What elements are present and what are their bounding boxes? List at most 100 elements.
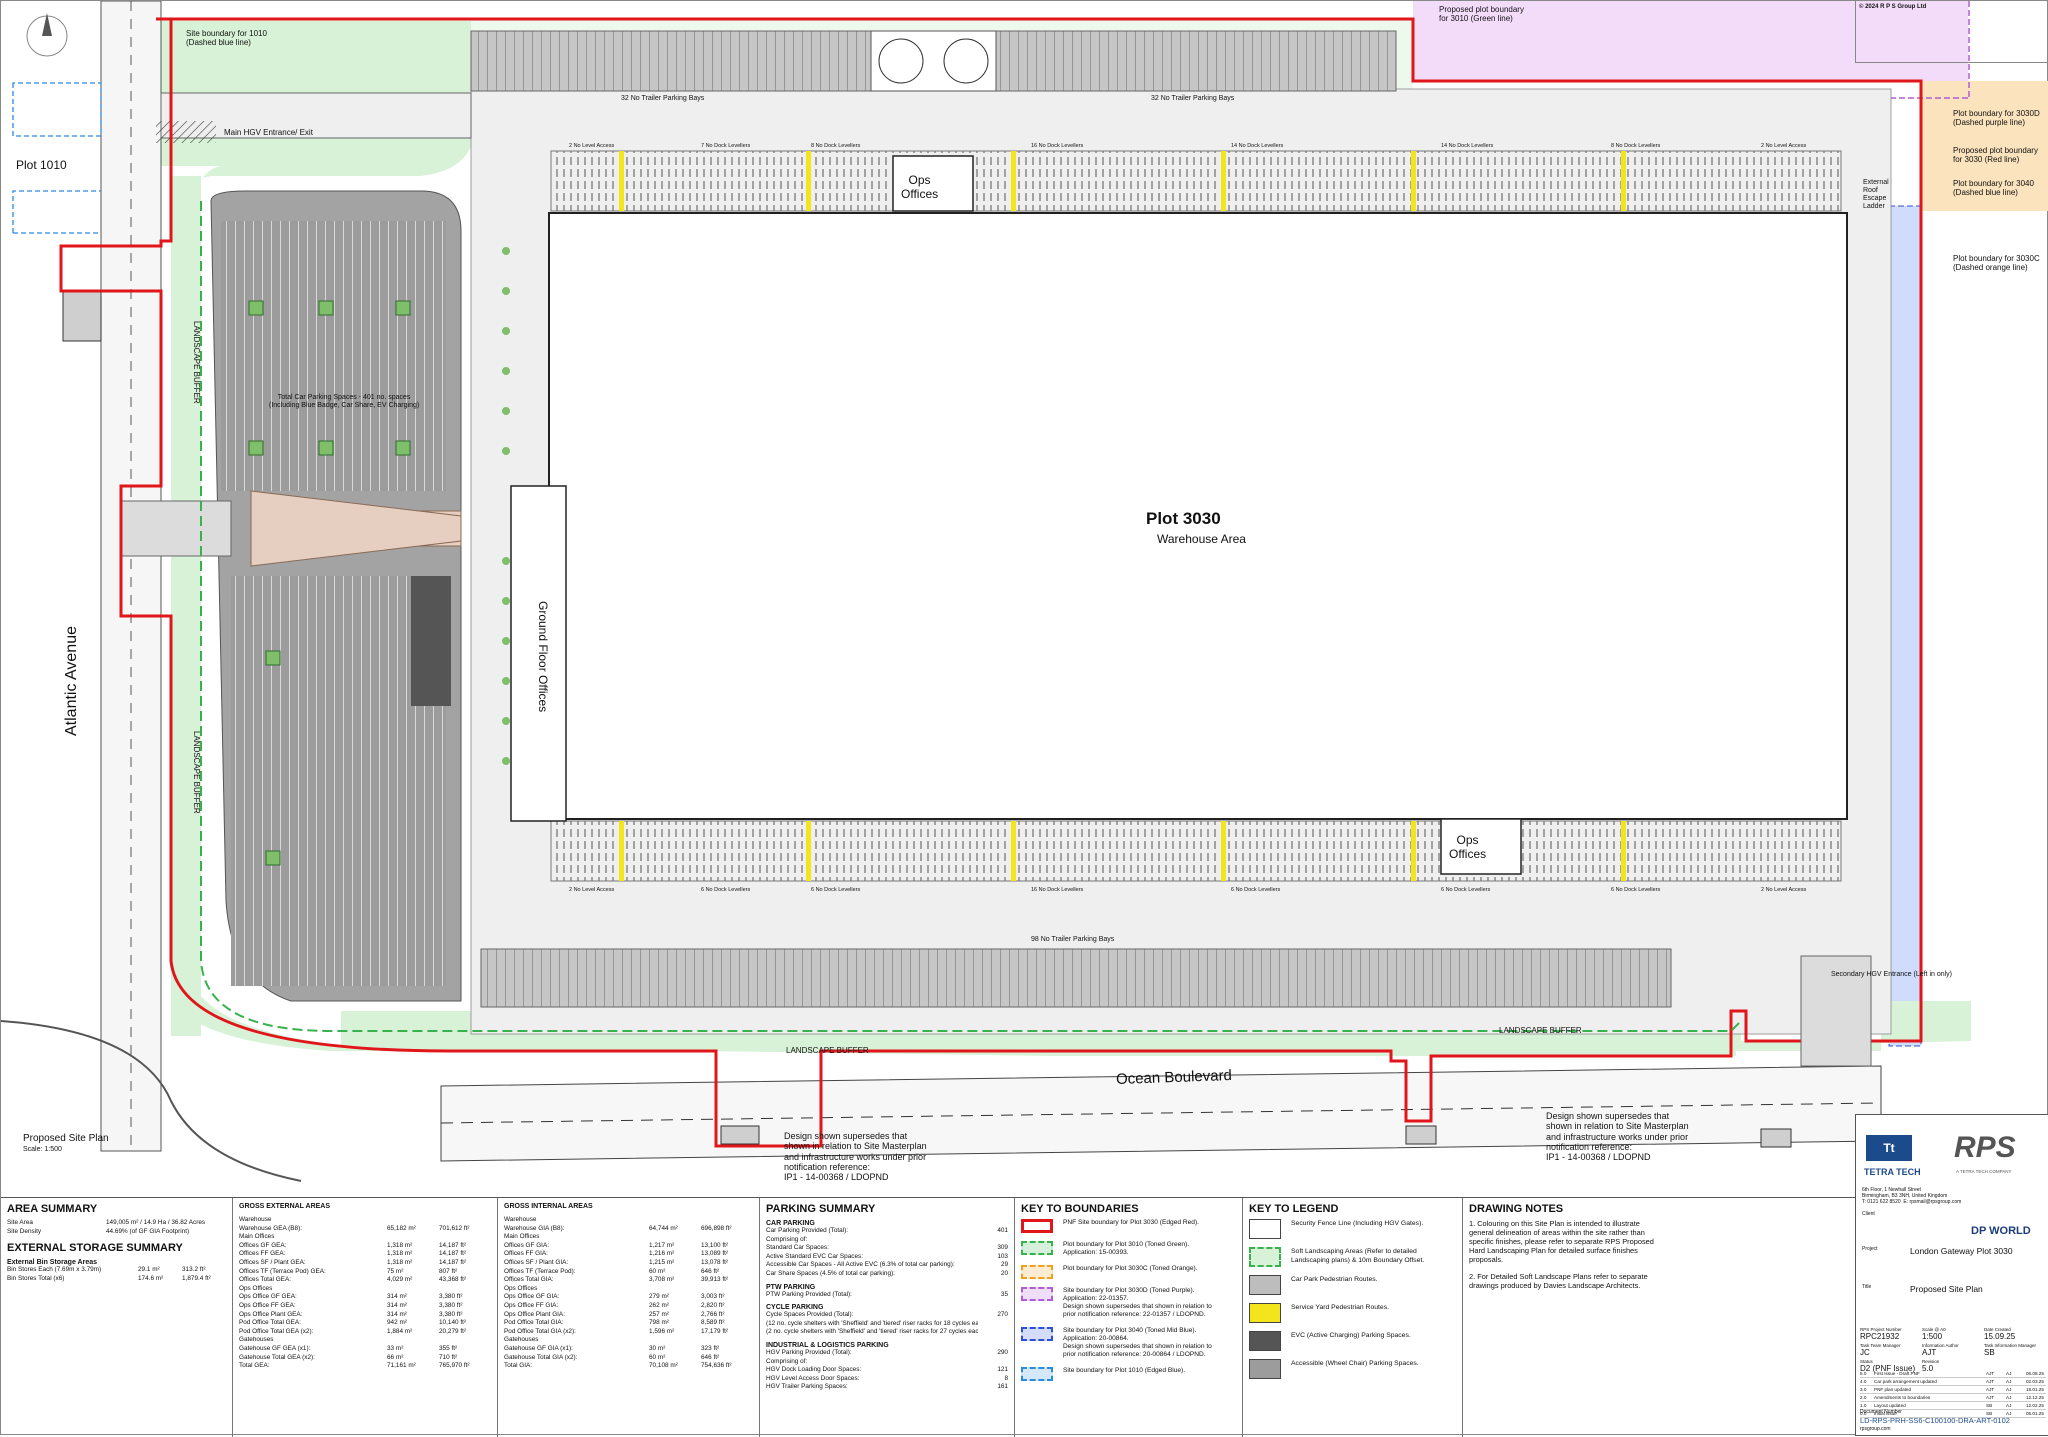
dock-label: 6 No Dock Levellers (1611, 887, 1661, 893)
key-legend-title: KEY TO LEGEND (1249, 1203, 1339, 1215)
gea-row-cell (439, 1336, 491, 1345)
entrance-hatch (156, 121, 216, 143)
copyright-box: © 2024 R P S Group Ltd (1855, 1, 2048, 63)
west-access-road (120, 500, 232, 557)
gea-row: Pod Office Total GEA (x2): 1,884 m² 20,279… (239, 1328, 491, 1337)
gea-row: Ops Office GF GEA: 314 m² 3,380 ft² (239, 1293, 491, 1302)
parking-row-label: HGV Trailer Parking Spaces: (766, 1383, 848, 1391)
gia-row: Offices FF GIA: 1,216 m² 13,089 ft² (504, 1250, 753, 1259)
gia-row-cell: 13,100 ft² (701, 1241, 729, 1249)
area-summary-rows: Site Area 149,005 m² / 14.9 Ha / 36.82 Ac… (7, 1219, 226, 1236)
client-logo: DP WORLD (1971, 1225, 2031, 1237)
parking-row-label: HGV Level Access Door Spaces: (766, 1374, 860, 1382)
gea-row-cell: 3,380 ft² (439, 1301, 463, 1309)
gia-row-cell: Gatehouses (504, 1336, 539, 1344)
parking-section-title: CAR PARKING (766, 1220, 815, 1227)
gea-row-cell: Gatehouse Total GEA (x2): (239, 1353, 315, 1361)
key-boundary-text: Site boundary for Plot 3030D (Toned Purp… (1063, 1287, 1212, 1318)
revision-cell: PNF plan updated (1874, 1387, 1912, 1392)
revision-cell: 18.01.25 (2026, 1387, 2044, 1392)
gia-row: Gatehouse Total GIA (x2): 60 m² 646 ft² (504, 1354, 753, 1363)
gia-row: Ops Office FF GIA: 262 m² 2,820 ft² (504, 1302, 753, 1311)
trailer-bays-bottom (480, 948, 1672, 1008)
gia-row-cell: 754,636 ft² (701, 1362, 732, 1370)
gea-row-cell: Offices FF GEA: (239, 1250, 286, 1258)
title-field: RPS Project Number RPC21932 (1860, 1327, 1922, 1341)
parking-row-value: 161 (997, 1383, 1008, 1391)
trailer-bays-top-east-label: 32 No Trailer Parking Bays (1151, 95, 1235, 102)
scale-label: Scale: 1:500 (23, 1146, 62, 1153)
gea-row-cell: 314 m² (387, 1293, 407, 1301)
key-boundaries-panel: KEY TO BOUNDARIES PNF Site boundary for … (1015, 1198, 1243, 1437)
key-legend-item: Accessible (Wheel Chair) Parking Spaces. (1249, 1359, 1456, 1379)
title-field: Task Team Manager JC (1860, 1343, 1922, 1357)
dock-label: 6 No Dock Levellers (1231, 887, 1281, 893)
tetra-tech-name: TETRA TECH (1864, 1167, 1921, 1177)
gea-row-cell: Pod Office Total GEA: (239, 1319, 301, 1327)
key-boundary-item: Site boundary for Plot 3040 (Toned Mid B… (1021, 1327, 1236, 1359)
gia-row-cell: 646 ft² (701, 1353, 720, 1361)
dock-label: 2 No Level Access (1761, 887, 1807, 893)
area-row: Site Density 44.69% (of GF GIA Footprint) (7, 1228, 226, 1237)
gia-row: Gatehouses (504, 1336, 753, 1345)
dock-label: 14 No Dock Levellers (1441, 143, 1494, 149)
gea-row-cell: Offices GF GEA: (239, 1241, 287, 1249)
gia-row-cell: 1,216 m² (649, 1250, 675, 1258)
gia-row-cell: Ops Offices (504, 1284, 538, 1292)
gia-row-cell: 64,744 m² (649, 1224, 678, 1232)
gatehouse-south-2 (1405, 1125, 1437, 1145)
gea-row-cell: 3,380 ft² (439, 1293, 463, 1301)
drawing-note: 1. Colouring on this Site Plan is intend… (1469, 1219, 1654, 1264)
gea-row-cell: 75 m² (387, 1267, 404, 1275)
gia-row: Pod Office Total GIA (x2): 1,596 m² 17,179… (504, 1328, 753, 1337)
gea-row: Ops Office Plant GEA: 314 m² 3,380 ft² (239, 1311, 491, 1320)
plot-1010-label: Plot 1010 (16, 158, 67, 172)
gia-row-cell: 798 m² (649, 1319, 669, 1327)
parking-row-value: 35 (1000, 1290, 1008, 1298)
gia-row: Warehouse (504, 1216, 753, 1225)
gea-row-cell: 4,029 m² (387, 1276, 413, 1284)
legend-swatch (1249, 1275, 1281, 1295)
gea-row-cell (387, 1336, 439, 1345)
gea-row: Ops Office FF GEA: 314 m² 3,380 ft² (239, 1302, 491, 1311)
gea-row: Gatehouses (239, 1336, 491, 1345)
landscape-buffer-label-south: LANDSCAPE BUFFER (786, 1046, 869, 1055)
car-park-note: Total Car Parking Spaces - 401 no. space… (269, 394, 420, 410)
revision-cell: SB (1986, 1403, 1993, 1408)
gia-row: Offices GF GIA: 1,217 m² 13,100 ft² (504, 1242, 753, 1251)
parking-row-label: Car Parking Provided (Total): (766, 1227, 849, 1234)
key-boundary-item: Site boundary for Plot 3030D (Toned Purp… (1021, 1287, 1236, 1319)
key-legend-text: Service Yard Pedestrian Routes. (1291, 1304, 1389, 1311)
gea-row-cell: 807 ft² (439, 1267, 458, 1275)
legend-swatch (1249, 1303, 1281, 1323)
site-plan-drawing (1, 1, 2048, 1182)
gea-row-cell: 14,187 ft² (439, 1258, 467, 1266)
revision-cell: 2.0 (1860, 1395, 1867, 1400)
parking-row: Standard Car Spaces: 309 (766, 1244, 1008, 1253)
landscape-buffer-label-west-2: LANDSCAPE BUFFER (192, 731, 201, 814)
parking-row-value: 103 (997, 1252, 1008, 1260)
gia-row-cell (701, 1285, 753, 1294)
key-boundary-text: PNF Site boundary for Plot 3030 (Edged R… (1063, 1219, 1199, 1226)
dock-label: 6 No Dock Levellers (811, 887, 861, 893)
key-boundary-text: Plot boundary for Plot 3030C (Toned Oran… (1063, 1265, 1198, 1272)
gia-row-cell: 60 m² (649, 1353, 666, 1361)
area-row: Site Area 149,005 m² / 14.9 Ha / 36.82 Ac… (7, 1219, 226, 1228)
gea-row-cell (439, 1216, 491, 1225)
gea-row-cell: 314 m² (387, 1301, 407, 1309)
ext-roof-ladder-label: External Roof Escape Ladder (1863, 179, 1889, 211)
gea-row-cell: 314 m² (387, 1310, 407, 1318)
gia-row-cell: 1,217 m² (649, 1241, 675, 1249)
gea-row: Gatehouse Total GEA (x2): 66 m² 710 ft² (239, 1354, 491, 1363)
main-entrance-label: Main HGV Entrance/ Exit (224, 128, 313, 137)
gia-row-cell: 3,708 m² (649, 1276, 675, 1284)
parking-row-label: Comprising of: (766, 1235, 808, 1243)
gia-row-cell (701, 1233, 753, 1242)
gia-row: Offices SF / Plant GIA: 1,215 m² 13,078 ft… (504, 1259, 753, 1268)
legend-swatch (1249, 1247, 1281, 1267)
key-boundary-text: Site boundary for Plot 1010 (Edged Blue)… (1063, 1367, 1186, 1374)
parking-row: HGV Level Access Door Spaces: 8 (766, 1375, 1008, 1384)
key-legend-rows: Security Fence Line (Including HGV Gates… (1249, 1219, 1456, 1379)
parking-row-value: 270 (997, 1311, 1008, 1319)
dock-label: 16 No Dock Levellers (1031, 143, 1084, 149)
